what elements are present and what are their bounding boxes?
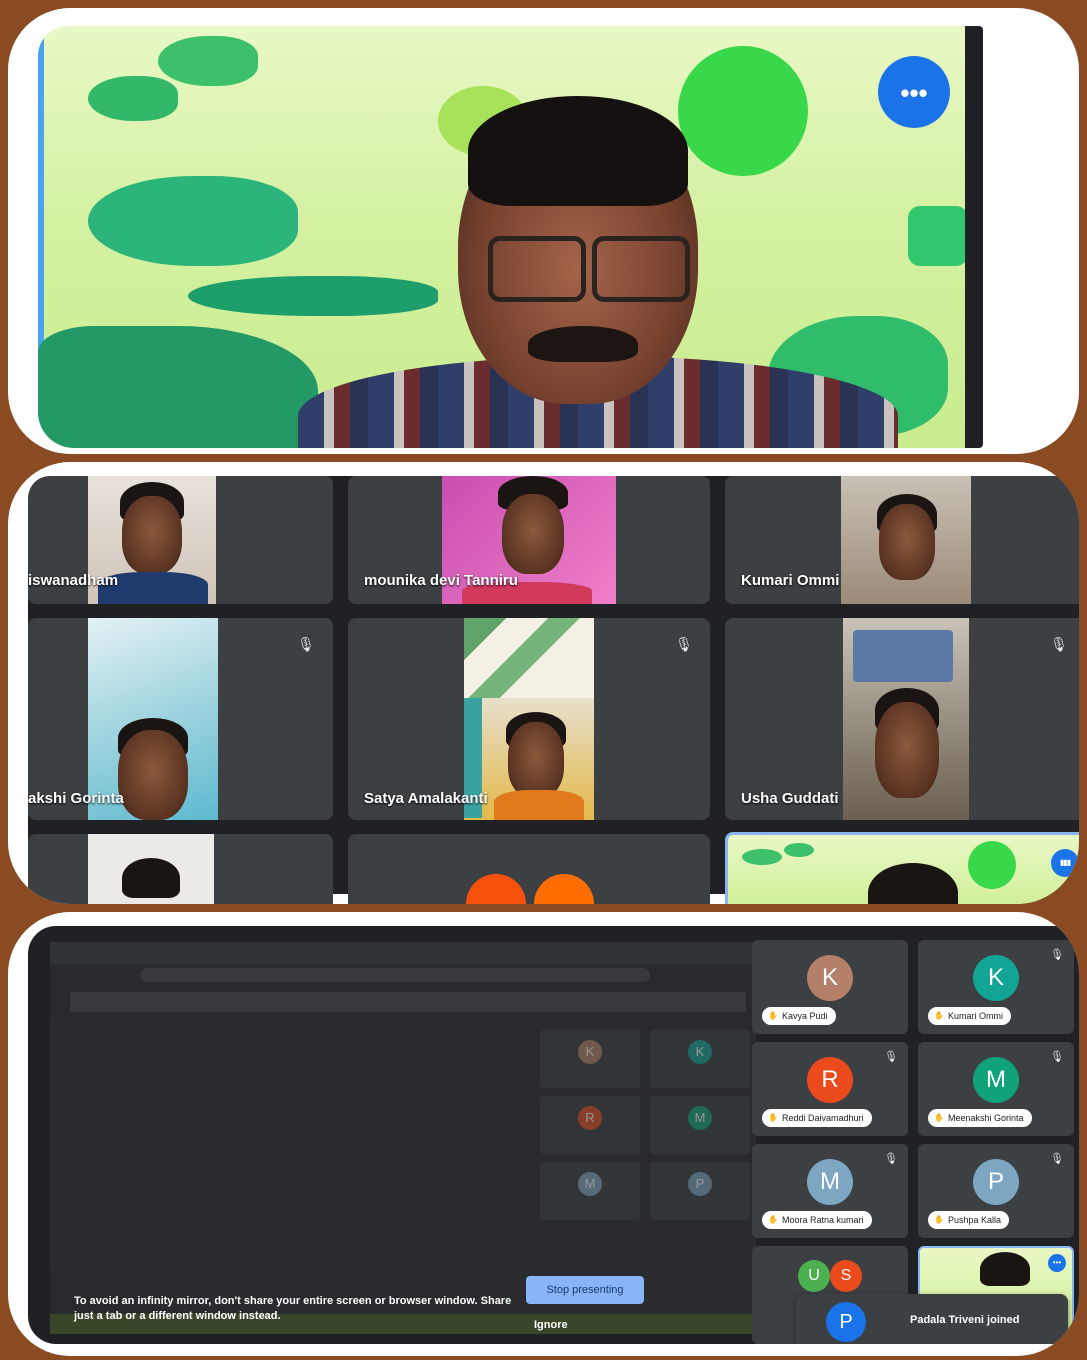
participant-tile[interactable] (28, 834, 333, 904)
avatar (534, 874, 594, 904)
participant-tile[interactable]: 🎙 R Reddi Daivamadhuri (752, 1042, 908, 1136)
mic-off-icon: 🎙 (675, 636, 693, 652)
participant-video (841, 476, 971, 604)
ignore-button[interactable]: Ignore (528, 1318, 574, 1332)
person-mustache (528, 326, 638, 362)
participant-tile[interactable]: 🎙 Usha Guddati (725, 618, 1079, 820)
self-view-tile[interactable]: ▮▮▮ (725, 832, 1079, 904)
avatar: S (830, 1260, 862, 1292)
presenting-banner (70, 992, 746, 1012)
participant-tile[interactable] (348, 834, 710, 904)
more-options-icon[interactable]: ••• (1048, 1254, 1066, 1272)
participant-tile[interactable]: Kumari Ommi (725, 476, 1079, 604)
join-notification: P Padala Triveni joined (796, 1294, 1068, 1344)
background-pufferfish (678, 46, 808, 176)
avatar: R (807, 1057, 853, 1103)
screen-share-panel: K K R M M P K Kavya Pudi 🎙 K Kumari Ommi… (8, 912, 1079, 1356)
mic-off-icon: 🎙 (1050, 949, 1064, 961)
participant-tile[interactable]: 🎙 Satya Amalakanti (348, 618, 710, 820)
participant-name: Kavya Pudi (762, 1007, 836, 1025)
mic-off-icon: 🎙 (1050, 1051, 1064, 1063)
background-fish (784, 843, 814, 857)
preview-tile: M (540, 1162, 640, 1220)
background-fish (88, 176, 298, 266)
avatar: M (807, 1159, 853, 1205)
participant-tile[interactable]: 🎙 M Meenakshi Gorinta (918, 1042, 1074, 1136)
mic-off-icon: 🎙 (1050, 1153, 1064, 1165)
preview-tile: M (650, 1096, 750, 1154)
gallery-panel: iswanadham mounika devi Tanniru Kumari O… (8, 462, 1079, 904)
background-fish (38, 326, 318, 448)
participant-name: iswanadham (28, 572, 119, 589)
mic-off-icon: 🎙 (884, 1051, 898, 1063)
preview-tile: K (650, 1030, 750, 1088)
participant-tile[interactable]: 🎙 akshi Gorinta (28, 618, 333, 820)
avatar: K (973, 955, 1019, 1001)
background-pufferfish (968, 841, 1016, 889)
avatar: P (973, 1159, 1019, 1205)
participant-name: Kumari Ommi (928, 1007, 1012, 1025)
speaker-video[interactable] (38, 26, 983, 448)
video-edge (965, 26, 983, 448)
participant-name: Reddi Daivamadhuri (762, 1109, 872, 1127)
participant-name: Meenakshi Gorinta (928, 1109, 1032, 1127)
participant-tile[interactable]: 🎙 M Moora Ratna kumari (752, 1144, 908, 1238)
more-options-button[interactable]: ••• (878, 56, 950, 128)
mic-off-icon: 🎙 (297, 636, 315, 652)
background-fish (742, 849, 782, 865)
participant-tile[interactable]: iswanadham (28, 476, 333, 604)
browser-tab-bar (50, 942, 756, 964)
background-fish (908, 206, 968, 266)
participant-video (88, 834, 214, 904)
stop-presenting-button[interactable]: Stop presenting (526, 1276, 644, 1304)
join-notification-text: Padala Triveni joined (910, 1314, 1020, 1326)
avatar: U (798, 1260, 830, 1292)
participant-name: Kumari Ommi (741, 572, 840, 589)
background-fish (158, 36, 258, 86)
preview-tile: P (650, 1162, 750, 1220)
participant-video (843, 618, 969, 820)
browser-address-bar (140, 968, 650, 982)
shared-screen-preview: K K R M M P (50, 942, 756, 1334)
participant-name: akshi Gorinta (28, 790, 124, 807)
avatar (466, 874, 526, 904)
participant-name: Satya Amalakanti (364, 790, 488, 807)
participant-name: Moora Ratna kumari (762, 1211, 872, 1229)
background-fish (88, 76, 178, 121)
speaker-panel: ••• (8, 8, 1079, 454)
participant-grid: iswanadham mounika devi Tanniru Kumari O… (28, 476, 1079, 904)
presentation-view: K K R M M P K Kavya Pudi 🎙 K Kumari Ommi… (28, 926, 1079, 1344)
mic-off-icon: 🎙 (1050, 636, 1068, 652)
participant-tile[interactable]: mounika devi Tanniru (348, 476, 710, 604)
participant-tile[interactable]: K Kavya Pudi (752, 940, 908, 1034)
preview-tile: K (540, 1030, 640, 1088)
speaking-indicator-icon: ▮▮▮ (1051, 849, 1079, 877)
preview-tile: R (540, 1096, 640, 1154)
avatar: M (973, 1057, 1019, 1103)
person-hair (468, 96, 688, 206)
participant-name: Usha Guddati (741, 790, 839, 807)
infinity-mirror-warning: To avoid an infinity mirror, don't share… (74, 1295, 512, 1322)
participant-name: Pushpa Kalla (928, 1211, 1010, 1229)
mic-off-icon: 🎙 (884, 1153, 898, 1165)
participant-tile[interactable]: 🎙 P Pushpa Kalla (918, 1144, 1074, 1238)
person-glasses (488, 236, 690, 302)
participant-name: mounika devi Tanniru (364, 572, 518, 589)
avatar: P (826, 1302, 866, 1342)
avatar: K (807, 955, 853, 1001)
participant-tile[interactable]: 🎙 K Kumari Ommi (918, 940, 1074, 1034)
background-fish (188, 276, 438, 316)
